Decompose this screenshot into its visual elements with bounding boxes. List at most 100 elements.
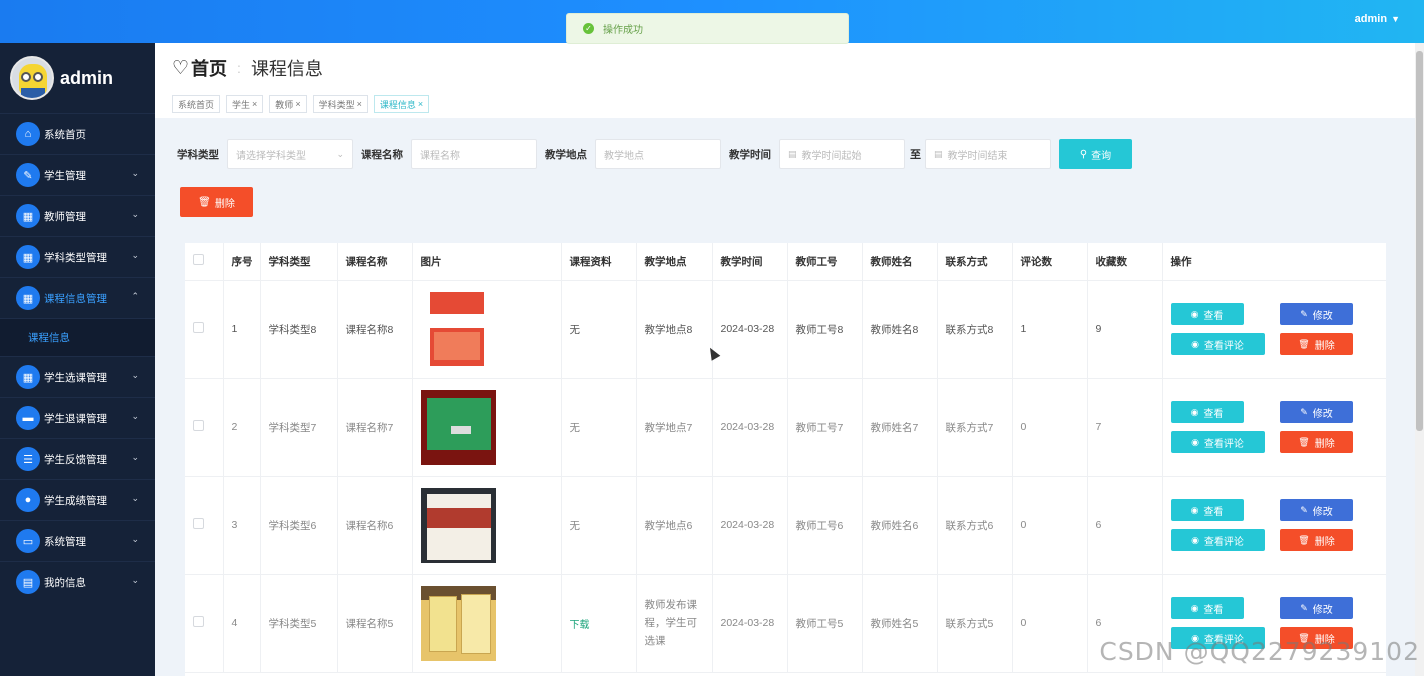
course-image[interactable] [420,389,496,465]
breadcrumb-separator: : [237,60,241,76]
course-name-input[interactable]: 课程名称 [411,139,537,169]
eye-icon: ◉ [1190,406,1199,417]
teaching-place-input[interactable]: 教学地点 [595,139,721,169]
chevron-down-icon: ⌄ [131,493,139,503]
download-link[interactable]: 下载 [570,620,590,631]
trash-icon: 🗑 [198,196,211,208]
user-name: admin [1354,13,1388,25]
trash-icon: 🗑 [1298,338,1310,349]
monitor-icon: ▭ [16,529,40,553]
sidebar-item-students[interactable]: ✎ 学生管理 ⌄ [0,154,155,195]
view-comments-button[interactable]: ◉ 查看评论 [1170,529,1265,551]
edit-button[interactable]: ✎ 修改 [1280,303,1353,325]
sidebar-item-grades[interactable]: ● 学生成绩管理 ⌄ [0,479,155,520]
chevron-down-icon: ⌄ [131,575,139,585]
close-icon: × [295,99,301,109]
course-image[interactable] [420,291,496,367]
time-end-picker[interactable]: ▤ 教学时间结束 [925,139,1051,169]
edit-button[interactable]: ✎ 修改 [1280,499,1353,521]
eye-icon: ◉ [1190,504,1199,515]
chevron-down-icon: ⌄ [131,209,139,219]
close-icon: × [417,99,424,109]
table-row: 3 学科类型6 课程名称6 无 教学地点6 2024-03-28 教师工号6 教… [185,476,1386,575]
close-icon: × [356,99,362,109]
grid-icon: ▦ [16,245,40,269]
submenu-item-course-info[interactable]: 课程信息 [0,318,155,356]
batch-delete-button[interactable]: 🗑 删除 [180,187,253,217]
eye-icon: ◉ [1191,436,1199,447]
chevron-down-icon: ⌄ [131,452,139,462]
chevron-down-icon: ⌄ [131,168,139,178]
chevron-down-icon: ⌄ [131,534,139,544]
sidebar-username: admin [60,67,114,88]
select-all-checkbox[interactable] [193,254,204,266]
watermark: CSDN @QQ2279239102 [1099,637,1420,666]
sidebar-item-my-info[interactable]: ▤ 我的信息 ⌄ [0,561,155,602]
edit-button[interactable]: ✎ 修改 [1280,401,1353,423]
delete-button[interactable]: 🗑 删除 [1280,529,1353,551]
user-menu[interactable]: admin ▼ [1355,13,1400,25]
row-checkbox[interactable] [193,616,204,627]
query-button[interactable]: ⚲ 查询 [1059,139,1132,169]
tag-tabs: 系统首页 学生 × 教师 × 学科类型 × 课程信息 × [172,95,1398,113]
view-comments-button[interactable]: ◉ 查看评论 [1170,431,1265,453]
search-form: 学科类型 请选择学科类型 ⌄ 课程名称 课程名称 教学地点 教学地点 教学时间 ▤… [177,139,1132,169]
sidebar-item-home[interactable]: ⌂ 系统首页 [0,113,155,154]
sidebar-brand: admin [0,43,155,113]
clipboard-icon: ✎ [16,163,40,187]
breadcrumb-home[interactable]: 首页 [191,55,227,81]
subject-type-select[interactable]: 请选择学科类型 ⌄ [227,139,353,169]
tab-students[interactable]: 学生 × [226,95,264,113]
id-card-icon: ▤ [16,570,40,594]
view-button[interactable]: ◉ 查看 [1170,303,1244,325]
close-icon: × [252,99,258,109]
chevron-down-icon: ⌄ [336,148,344,159]
chevron-down-icon: ⌄ [131,250,139,260]
main-content: ♡ 首页 : 课程信息 系统首页 学生 × 教师 × 学科类型 × 课程信息 × 学科类… [155,43,1415,676]
toast-message: 操作成功 [603,25,643,36]
row-checkbox[interactable] [193,420,204,431]
calendar-icon: ▤ [934,148,943,159]
view-button[interactable]: ◉ 查看 [1170,401,1244,423]
ticket-icon: ▬ [16,406,40,430]
table-row: 2 学科类型7 课程名称7 无 教学地点7 2024-03-28 教师工号7 教… [185,378,1386,477]
sidebar-item-feedback[interactable]: ☰ 学生反馈管理 ⌄ [0,438,155,479]
page-scrollbar[interactable] [1415,43,1424,676]
time-start-picker[interactable]: ▤ 教学时间起始 [779,139,905,169]
view-button[interactable]: ◉ 查看 [1170,597,1244,619]
sidebar-item-withdrawal[interactable]: ▬ 学生退课管理 ⌄ [0,397,155,438]
delete-button[interactable]: 🗑 删除 [1280,431,1353,453]
view-comments-button[interactable]: ◉ 查看评论 [1170,333,1265,355]
calendar-icon: ▤ [788,148,797,159]
tab-teachers[interactable]: 教师 × [269,95,307,113]
sidebar-item-teachers[interactable]: ▦ 教师管理 ⌄ [0,195,155,236]
sidebar-item-system[interactable]: ▭ 系统管理 ⌄ [0,520,155,561]
delete-button[interactable]: 🗑 删除 [1280,333,1353,355]
grid-icon: ▦ [16,204,40,228]
sidebar-item-subject-types[interactable]: ▦ 学科类型管理 ⌄ [0,236,155,277]
avatar [10,56,54,100]
list-icon: ☰ [16,447,40,471]
edit-button[interactable]: ✎ 修改 [1280,597,1353,619]
eye-icon: ◉ [1191,338,1199,349]
home-icon: ⌂ [16,122,40,146]
row-checkbox[interactable] [193,518,204,529]
sidebar-item-courses[interactable]: ▦ 课程信息管理 ⌃ [0,277,155,318]
table-header-row: 序号 学科类型 课程名称 图片 课程资料 教学地点 教学时间 教师工号 教师姓名… [185,243,1386,281]
course-image[interactable] [420,585,496,661]
eye-icon: ◉ [1191,534,1199,545]
tab-subject-types[interactable]: 学科类型 × [312,95,368,113]
course-table: 序号 学科类型 课程名称 图片 课程资料 教学地点 教学时间 教师工号 教师姓名… [185,243,1386,676]
course-image[interactable] [420,487,496,563]
tab-home[interactable]: 系统首页 [172,95,221,113]
edit-icon: ✎ [1300,602,1308,613]
view-button[interactable]: ◉ 查看 [1170,499,1244,521]
tab-course-info[interactable]: 课程信息 × [373,95,430,113]
row-checkbox[interactable] [193,322,204,333]
sidebar-item-enrollment[interactable]: ▦ 学生选课管理 ⌄ [0,356,155,397]
success-toast: ✓ 操作成功 [566,13,849,44]
search-icon: ⚲ [1079,148,1088,160]
chevron-down-icon: ⌄ [131,411,139,421]
grid-icon: ▦ [16,286,40,310]
scrollbar-thumb[interactable] [1416,51,1423,431]
